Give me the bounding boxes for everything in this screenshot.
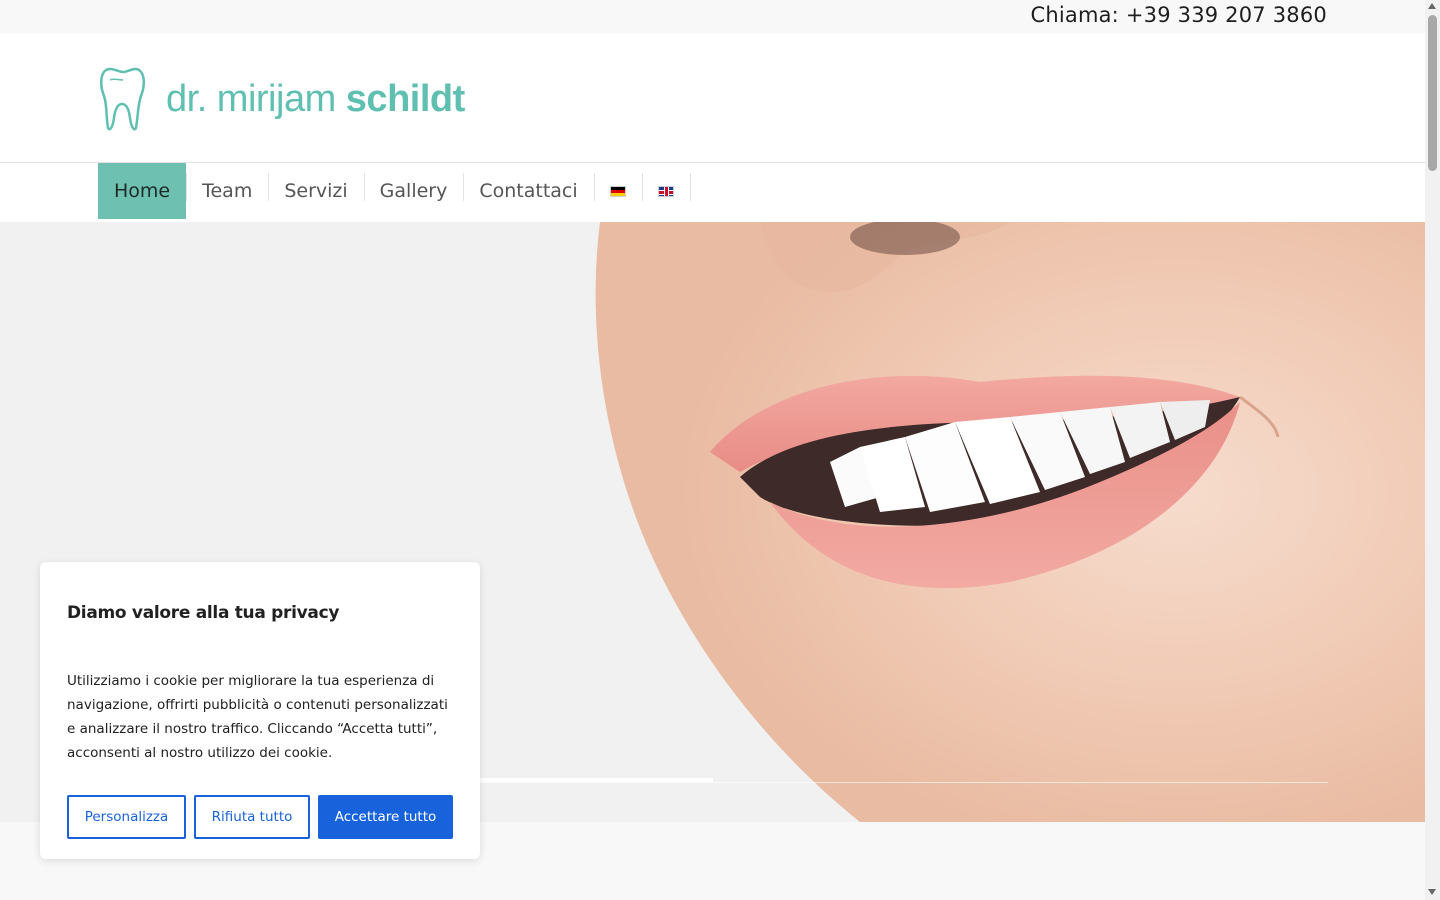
- nav-item-home[interactable]: Home: [98, 163, 187, 219]
- english-flag-icon: [657, 185, 674, 197]
- german-flag-icon: [609, 185, 626, 197]
- top-bar: Chiama: +39 339 207 3860: [0, 0, 1425, 33]
- phone-number[interactable]: Chiama: +39 339 207 3860: [1030, 3, 1327, 27]
- language-english[interactable]: [641, 163, 690, 219]
- tooth-icon: [100, 67, 145, 131]
- site-logo[interactable]: dr. mirijam schildt: [98, 66, 465, 132]
- site-header: dr. mirijam schildt: [0, 33, 1425, 163]
- logo-text: dr. mirijam schildt: [166, 78, 465, 121]
- scroll-thumb[interactable]: [1428, 15, 1437, 171]
- nav-item-team[interactable]: Team: [186, 163, 268, 219]
- cookie-title: Diamo valore alla tua privacy: [67, 603, 340, 623]
- scroll-down-arrow-icon[interactable]: [1428, 889, 1436, 895]
- customize-button[interactable]: Personalizza: [67, 795, 186, 839]
- cookie-consent-banner: Diamo valore alla tua privacy Utilizziam…: [40, 562, 480, 859]
- reject-all-button[interactable]: Rifiuta tutto: [194, 795, 310, 839]
- main-navigation: Home Team Servizi Gallery Contattaci: [0, 163, 1425, 222]
- accept-all-button[interactable]: Accettare tutto: [318, 795, 453, 839]
- nav-item-servizi[interactable]: Servizi: [268, 163, 363, 219]
- cookie-buttons: Personalizza Rifiuta tutto Accettare tut…: [67, 795, 453, 839]
- language-german[interactable]: [593, 163, 642, 219]
- nav-item-gallery[interactable]: Gallery: [363, 163, 464, 219]
- cookie-description: Utilizziamo i cookie per migliorare la t…: [67, 673, 448, 761]
- page-scrollbar[interactable]: [1425, 0, 1440, 900]
- scroll-up-arrow-icon[interactable]: [1428, 3, 1436, 9]
- logo-name-bold: schildt: [345, 77, 465, 120]
- nav-item-contattaci[interactable]: Contattaci: [463, 163, 593, 219]
- nav-list: Home Team Servizi Gallery Contattaci: [98, 163, 691, 219]
- logo-name-prefix: dr. mirijam: [166, 77, 346, 120]
